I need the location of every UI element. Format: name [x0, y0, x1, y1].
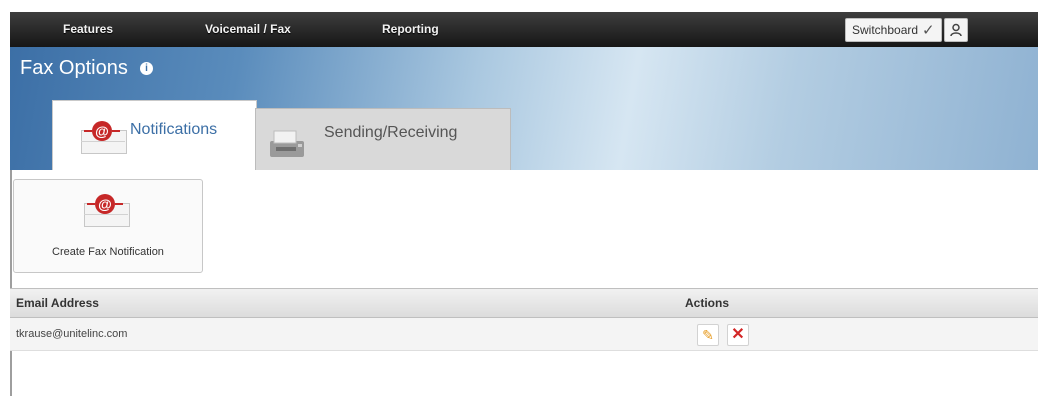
checkmark-icon: ✓	[922, 22, 935, 39]
page-title: Fax Options	[20, 57, 128, 79]
nav-features[interactable]: Features	[63, 12, 113, 47]
column-header-email[interactable]: Email Address	[16, 289, 99, 317]
content-border	[10, 170, 12, 396]
table-header: Email Address Actions	[10, 288, 1038, 318]
nav-reporting[interactable]: Reporting	[382, 12, 439, 47]
page-header: Fax Options i @ Notifications Sending/Re…	[10, 47, 1038, 170]
column-header-actions: Actions	[685, 296, 730, 310]
tab-notifications[interactable]: @ Notifications	[52, 100, 257, 170]
nav-voicemail-fax[interactable]: Voicemail / Fax	[205, 12, 291, 47]
tab-label-notifications: Notifications	[130, 121, 218, 138]
email-notification-icon: @	[81, 121, 127, 155]
user-icon	[950, 23, 962, 37]
email-address-cell: tkrause@unitelinc.com	[16, 328, 128, 340]
table-row: tkrause@unitelinc.com ✎ ✕	[10, 318, 1038, 351]
user-button[interactable]	[944, 18, 968, 42]
top-navigation-bar: Features Voicemail / Fax Reporting Switc…	[10, 12, 1038, 47]
email-notification-icon: @	[84, 194, 130, 228]
switchboard-label: Switchboard	[852, 23, 919, 37]
fax-machine-icon	[270, 130, 304, 157]
create-fax-notification-label: Create Fax Notification	[52, 246, 164, 258]
switchboard-button[interactable]: Switchboard ✓	[845, 18, 942, 42]
notifications-table: Email Address Actions tkrause@unitelinc.…	[10, 288, 1038, 351]
tab-label-sending-receiving: Sending/Receiving	[324, 124, 458, 141]
create-fax-notification-button[interactable]: @ Create Fax Notification	[13, 179, 203, 273]
delete-icon[interactable]: ✕	[727, 324, 749, 346]
edit-icon[interactable]: ✎	[697, 324, 719, 346]
tab-sending-receiving[interactable]: Sending/Receiving	[255, 108, 511, 170]
info-icon[interactable]: i	[140, 62, 153, 75]
